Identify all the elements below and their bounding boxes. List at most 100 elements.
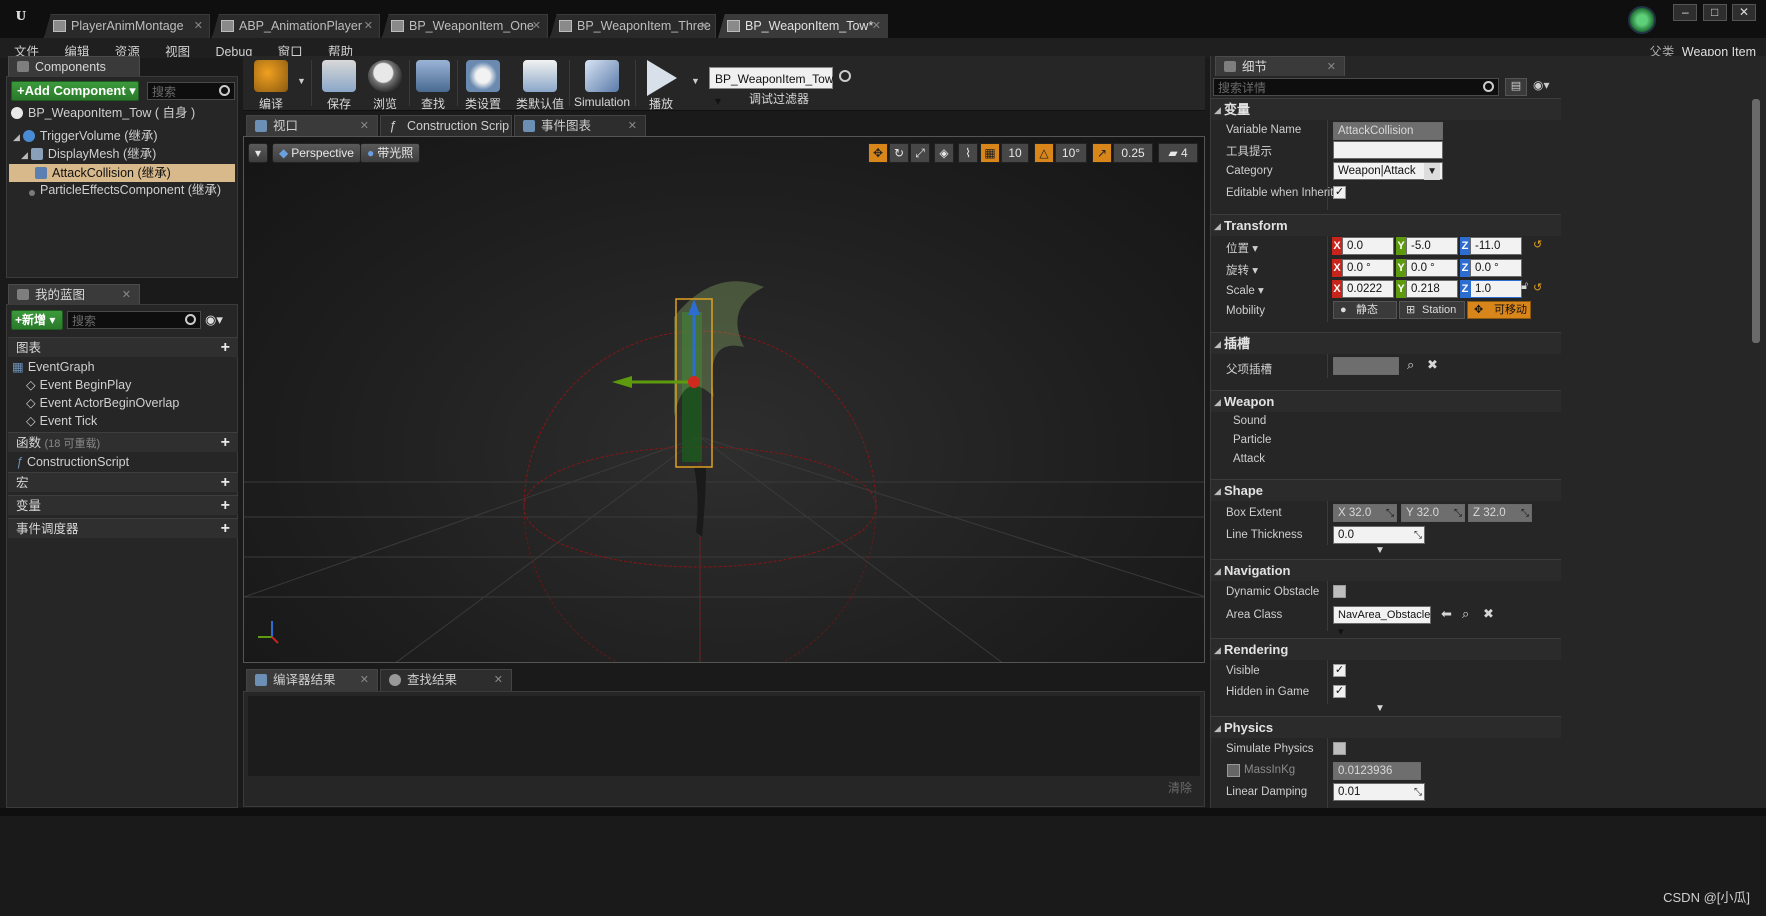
lock-icon[interactable]: 🔓︎: [1521, 280, 1528, 293]
close-icon[interactable]: ✕: [532, 15, 541, 37]
parent-socket-field[interactable]: [1333, 357, 1399, 375]
browse-icon[interactable]: ⌕: [1462, 606, 1469, 622]
clear-icon[interactable]: ✖: [1483, 606, 1494, 622]
source-control-icon[interactable]: [1628, 6, 1656, 34]
reset-to-default-icon[interactable]: ↺: [1533, 238, 1542, 251]
class-defaults-button[interactable]: 类默认值: [509, 56, 571, 111]
scale-snap-value[interactable]: 0.25: [1113, 143, 1153, 163]
hidden-in-game-checkbox[interactable]: ✓: [1333, 685, 1346, 698]
scale-x-field[interactable]: 0.0222: [1342, 280, 1394, 298]
event-graph-row[interactable]: ▦ EventGraph: [12, 358, 95, 376]
linear-damping-field[interactable]: 0.01 ⤡: [1333, 783, 1425, 801]
scale-z-field[interactable]: 1.0: [1470, 280, 1522, 298]
doc-tab-player-anim-montage[interactable]: PlayerAnimMontage ✕: [44, 14, 210, 38]
simulation-button[interactable]: Simulation: [571, 56, 633, 110]
close-icon[interactable]: ✕: [360, 116, 369, 136]
view-mode-button[interactable]: ◆ Perspective: [272, 143, 361, 163]
close-icon[interactable]: ✕: [628, 116, 637, 136]
component-row-particle-effects[interactable]: ParticleEffectsComponent (继承): [29, 181, 221, 199]
rotation-snap-icon[interactable]: △: [1034, 143, 1054, 163]
viewport-options-button[interactable]: ▾: [248, 143, 268, 163]
menu-view[interactable]: 视图: [165, 38, 190, 60]
component-row-display-mesh[interactable]: ◢ DisplayMesh (继承): [21, 145, 156, 163]
scale-y-field[interactable]: 0.218: [1406, 280, 1458, 298]
close-icon[interactable]: ✕: [700, 15, 709, 37]
use-selected-arrow-icon[interactable]: ⬅: [1441, 606, 1452, 622]
clear-button[interactable]: 清除: [1168, 779, 1192, 796]
doc-tab-bp-weapon-item-tow[interactable]: BP_WeaponItem_Tow* ✕: [718, 14, 888, 38]
mobility-stationary-button[interactable]: ⊞ Station: [1399, 301, 1465, 319]
tab-compiler-results[interactable]: 编译器结果 ✕: [246, 669, 378, 691]
advanced-expand-icon[interactable]: ▼: [1375, 545, 1385, 556]
box-extent-z-field[interactable]: Z 32.0 ⤡: [1468, 504, 1532, 522]
new-button[interactable]: +新增 ▾: [11, 310, 63, 330]
weapon-attack-label[interactable]: Attack: [1233, 453, 1265, 465]
scale-tool-icon[interactable]: ⤢: [910, 143, 930, 163]
eye-icon[interactable]: ◉▾: [205, 312, 223, 328]
doc-tab-bp-weapon-item-one[interactable]: BP_WeaponItem_One ✕: [382, 14, 548, 38]
weapon-sound-label[interactable]: Sound: [1233, 415, 1266, 427]
component-self-row[interactable]: BP_WeaponItem_Tow ( 自身 ): [11, 104, 195, 122]
tab-components[interactable]: Components: [8, 56, 140, 76]
compile-button[interactable]: 编译: [243, 56, 299, 111]
section-functions[interactable]: 函数 (18 可重载) +: [8, 432, 238, 452]
category-navigation[interactable]: Navigation: [1211, 559, 1561, 582]
close-icon[interactable]: ✕: [194, 15, 203, 37]
compile-options-icon[interactable]: ▼: [297, 76, 306, 86]
tab-event-graph[interactable]: 事件图表 ✕: [514, 115, 646, 136]
grid-snap-value[interactable]: 10: [1001, 143, 1029, 163]
tab-my-blueprint[interactable]: 我的蓝图 ✕: [8, 284, 140, 304]
category-combo[interactable]: Weapon|Attack ▼: [1333, 162, 1443, 180]
mobility-movable-button[interactable]: ✥ 可移动: [1467, 301, 1531, 319]
expand-arrow-icon[interactable]: ◢: [13, 132, 20, 142]
mass-override-checkbox[interactable]: [1227, 764, 1240, 777]
components-search-input[interactable]: 搜索: [147, 82, 235, 100]
tab-viewport[interactable]: 视口 ✕: [246, 115, 378, 136]
section-macros[interactable]: 宏 +: [8, 472, 238, 492]
camera-speed-button[interactable]: ▰ 4: [1158, 143, 1198, 163]
section-variables[interactable]: 变量 +: [8, 495, 238, 515]
maximize-button[interactable]: □: [1702, 4, 1727, 21]
box-extent-x-field[interactable]: X 32.0 ⤡: [1333, 504, 1397, 522]
reset-to-default-icon[interactable]: ↺: [1533, 281, 1542, 294]
close-icon[interactable]: ✕: [360, 670, 369, 690]
rotation-label[interactable]: 旋转 ▾: [1226, 262, 1258, 278]
scale-label[interactable]: Scale ▾: [1226, 283, 1264, 297]
find-button[interactable]: 查找: [405, 56, 461, 111]
advanced-expand-icon[interactable]: ▼: [1375, 703, 1385, 714]
class-settings-button[interactable]: 类设置: [455, 56, 511, 111]
category-shape[interactable]: Shape: [1211, 479, 1561, 502]
dynamic-obstacle-checkbox[interactable]: [1333, 585, 1346, 598]
viewport[interactable]: ▾ ◆ Perspective ● 带光照 ✥ ↻ ⤢ ◈ ⌇ ▦ 10 △ 10°…: [243, 136, 1205, 663]
category-variable[interactable]: 变量: [1211, 98, 1561, 121]
location-z-field[interactable]: -11.0: [1470, 237, 1522, 255]
component-row-trigger-volume[interactable]: ◢ TriggerVolume (继承): [13, 127, 158, 145]
add-component-button[interactable]: +Add Component ▾: [11, 81, 139, 101]
tab-find-results[interactable]: 查找结果 ✕: [380, 669, 512, 691]
details-scrollbar[interactable]: [1752, 99, 1760, 343]
debug-search-icon[interactable]: [839, 70, 851, 82]
rotate-tool-icon[interactable]: ↻: [889, 143, 909, 163]
add-graph-icon[interactable]: +: [221, 338, 230, 358]
close-icon[interactable]: ✕: [872, 15, 881, 37]
details-search-input[interactable]: 搜索详情: [1213, 78, 1499, 96]
close-icon[interactable]: ✕: [494, 670, 503, 690]
surface-snap-icon[interactable]: ⌇: [958, 143, 978, 163]
browse-socket-icon[interactable]: ⌕: [1407, 357, 1414, 373]
section-graphs[interactable]: 图表 +: [8, 337, 238, 357]
scale-snap-icon[interactable]: ↗: [1092, 143, 1112, 163]
event-row-actor-begin-overlap[interactable]: ◇ Event ActorBeginOverlap: [26, 394, 179, 412]
add-function-icon[interactable]: +: [221, 433, 230, 453]
variable-name-field[interactable]: AttackCollision: [1333, 122, 1443, 140]
component-row-attack-collision[interactable]: AttackCollision (继承): [9, 164, 235, 182]
location-x-field[interactable]: 0.0: [1342, 237, 1394, 255]
rotation-x-field[interactable]: 0.0 °: [1342, 259, 1394, 277]
category-sockets[interactable]: 插槽: [1211, 332, 1561, 355]
add-dispatcher-icon[interactable]: +: [221, 519, 230, 539]
view-options-eye-icon[interactable]: ◉▾: [1533, 78, 1550, 92]
area-class-combo[interactable]: NavArea_Obstacle ▾: [1333, 606, 1431, 638]
location-y-field[interactable]: -5.0: [1406, 237, 1458, 255]
box-extent-label[interactable]: Box Extent: [1226, 507, 1282, 519]
category-rendering[interactable]: Rendering: [1211, 638, 1561, 661]
blueprint-search-input[interactable]: 搜索: [67, 311, 201, 329]
